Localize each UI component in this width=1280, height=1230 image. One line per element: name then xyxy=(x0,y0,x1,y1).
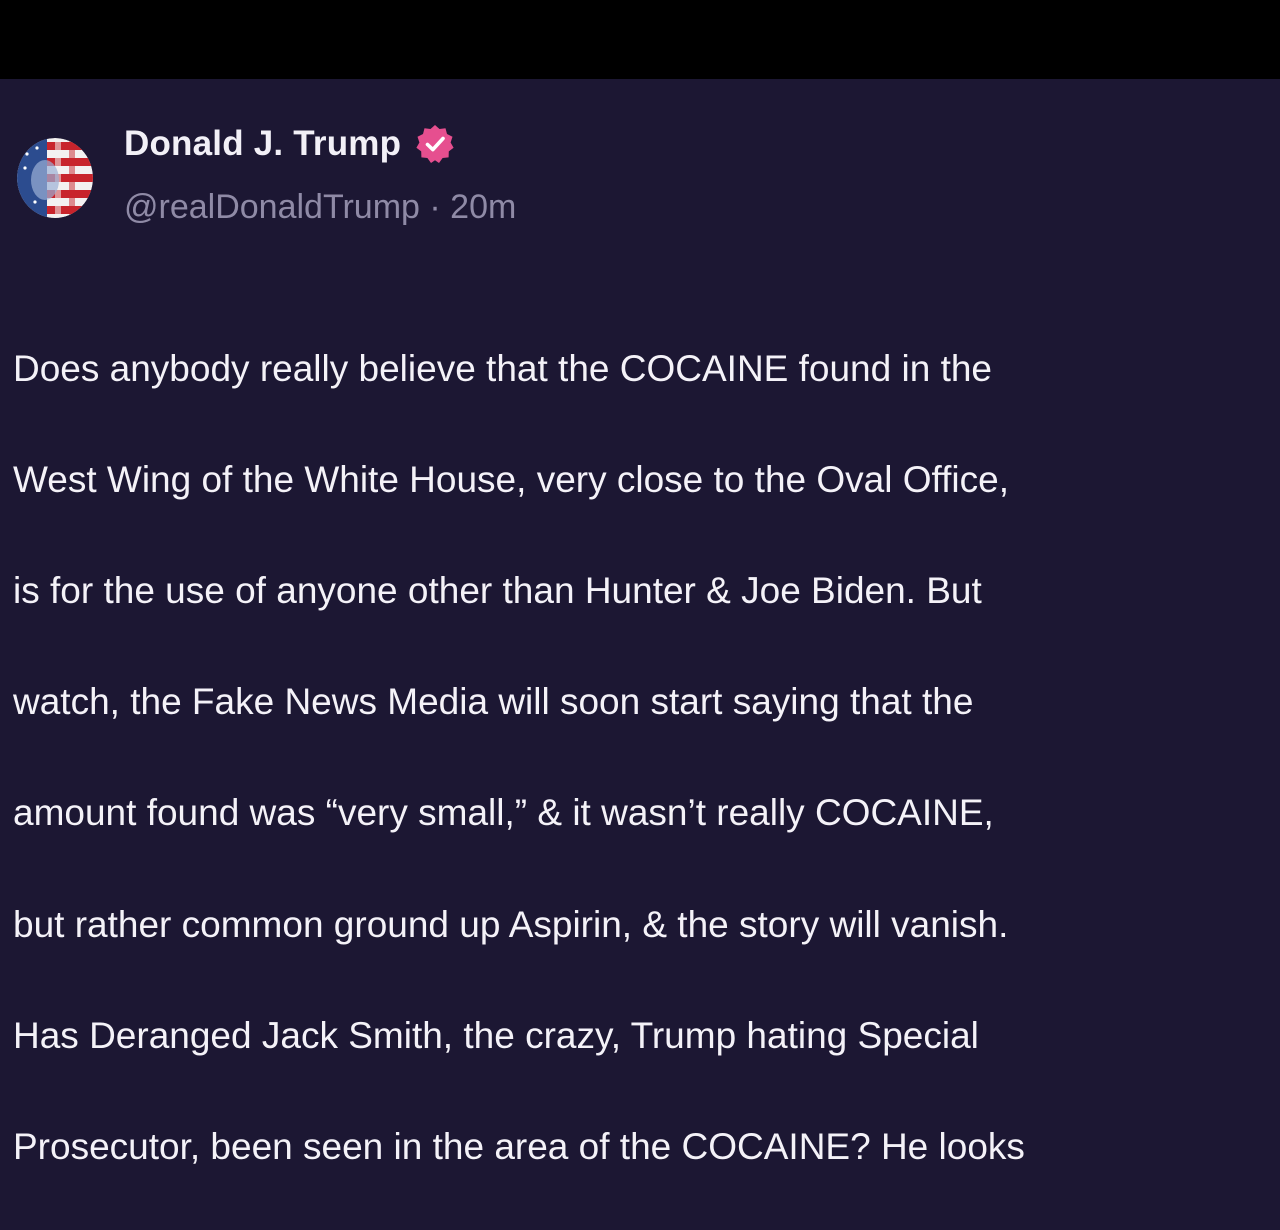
flag-portrait-avatar-icon xyxy=(17,138,93,218)
post-text-line: is for the use of anyone other than Hunt… xyxy=(13,569,982,611)
author-header: Donald J. Trump xyxy=(124,124,455,164)
avatar[interactable] xyxy=(17,138,93,218)
author-handle[interactable]: @realDonaldTrump xyxy=(124,188,420,226)
handle-line: @realDonaldTrump · 20m xyxy=(124,188,516,227)
post-text-line: Does anybody really believe that the COC… xyxy=(13,347,993,389)
author-name[interactable]: Donald J. Trump xyxy=(124,124,401,164)
post-text-line: but rather common ground up Aspirin, & t… xyxy=(13,903,1009,945)
post-text-line: Prosecutor, been seen in the area of the… xyxy=(13,1125,1025,1167)
post-text-line: amount found was “very small,” & it wasn… xyxy=(13,792,994,834)
separator-dot: · xyxy=(429,188,441,226)
top-black-bar xyxy=(0,0,1280,79)
post-timestamp[interactable]: 20m xyxy=(450,188,516,226)
post-text-line: Has Deranged Jack Smith, the crazy, Trum… xyxy=(13,1014,979,1056)
post-text-line: watch, the Fake News Media will soon sta… xyxy=(13,681,974,723)
verified-badge-icon xyxy=(415,124,455,164)
post-text-line: West Wing of the White House, very close… xyxy=(13,458,1009,500)
post-body: Does anybody really believe that the COC… xyxy=(13,285,1263,1230)
